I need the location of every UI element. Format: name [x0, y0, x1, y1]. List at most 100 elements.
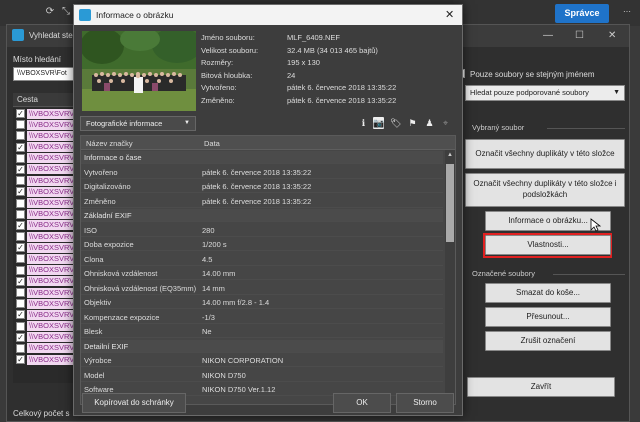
row-checkbox[interactable] — [16, 265, 25, 275]
table-row[interactable]: Ohnisková vzdálenost 14.00 mm — [81, 267, 443, 280]
list-item[interactable]: \\VBOXSVRV — [13, 231, 79, 242]
collapse-icon[interactable]: ⤡ — [60, 6, 72, 18]
scrollbar[interactable]: ▲ ▼ — [445, 150, 455, 404]
location-pin-icon[interactable]: ⌖ — [440, 117, 451, 129]
move-button[interactable]: Přesunout... — [485, 307, 611, 327]
row-checkbox[interactable] — [16, 288, 25, 297]
list-item[interactable]: ✓ \\VBOXSVRV — [13, 332, 79, 343]
search-location-input[interactable]: \\VBOXSVR\Fot — [13, 67, 79, 81]
row-path: \\VBOXSVRV — [27, 265, 79, 276]
table-row[interactable]: Digitalizováno pátek 6. července 2018 13:… — [81, 180, 443, 193]
row-checkbox[interactable] — [16, 153, 25, 163]
mark-duplicates-folder-button[interactable]: Označit všechny duplikáty v této složce — [465, 139, 625, 169]
close-icon[interactable]: ✕ — [608, 30, 616, 41]
row-checkbox[interactable]: ✓ — [16, 276, 25, 286]
row-checkbox[interactable] — [16, 198, 25, 208]
column-header-name[interactable]: Název značky — [86, 139, 133, 148]
table-row[interactable]: Blesk Ne — [81, 325, 443, 338]
row-path: \\VBOXSVRV — [27, 309, 79, 320]
list-item[interactable]: ✓ \\VBOXSVRV — [13, 276, 79, 287]
info-icon[interactable]: ℹ — [358, 117, 369, 129]
row-checkbox[interactable]: ✓ — [16, 109, 25, 118]
list-item[interactable]: ✓ \\VBOXSVRV — [13, 164, 79, 175]
row-checkbox[interactable]: ✓ — [16, 332, 25, 342]
list-item[interactable]: ✓ \\VBOXSVRV — [13, 142, 79, 153]
list-item[interactable]: \\VBOXSVRV — [13, 198, 79, 209]
tag-icon[interactable]: 🏷 — [390, 117, 401, 129]
row-checkbox[interactable]: ✓ — [16, 310, 25, 320]
filter-select[interactable]: Hledat pouze podporované soubory ▼ — [465, 85, 625, 101]
row-checkbox[interactable]: ✓ — [16, 220, 25, 230]
row-checkbox[interactable] — [16, 343, 25, 353]
row-checkbox[interactable] — [16, 209, 25, 219]
table-group-row[interactable]: Detailní EXIF — [81, 339, 443, 353]
table-row[interactable]: Objektiv 14.00 mm f/2.8 - 1.4 — [81, 296, 443, 309]
list-item[interactable]: \\VBOXSVRV — [13, 287, 79, 298]
row-checkbox[interactable]: ✓ — [16, 355, 25, 365]
path-column-header[interactable]: Cesta — [13, 93, 79, 107]
close-button[interactable]: Zavřít — [467, 377, 615, 397]
row-checkbox[interactable]: ✓ — [16, 164, 25, 174]
table-row[interactable]: Doba expozice 1/200 s — [81, 238, 443, 251]
delete-to-bin-button[interactable]: Smazat do koše... — [485, 283, 611, 303]
minimize-icon[interactable]: — — [543, 30, 553, 41]
list-item[interactable]: ✓ \\VBOXSVRV — [13, 220, 79, 231]
copy-to-clipboard-button[interactable]: Kopírovat do schránky — [82, 393, 186, 413]
list-item[interactable]: \\VBOXSVRV — [13, 175, 79, 186]
list-item[interactable]: ✓ \\VBOXSVRV — [13, 242, 79, 253]
table-row[interactable]: Model NIKON D750 — [81, 369, 443, 382]
row-checkbox[interactable] — [16, 131, 25, 141]
close-icon[interactable]: ✕ — [445, 8, 454, 21]
info-type-select[interactable]: Fotografické informace ▼ — [80, 116, 196, 131]
list-item[interactable]: \\VBOXSVRV — [13, 265, 79, 276]
maximize-icon[interactable]: ☐ — [575, 30, 584, 41]
refresh-icon[interactable]: ⟳ — [44, 6, 56, 18]
scroll-up-icon[interactable]: ▲ — [446, 152, 454, 160]
list-item[interactable]: \\VBOXSVRV — [13, 253, 79, 264]
table-group-row[interactable]: Informace o čase — [81, 151, 443, 164]
row-checkbox[interactable] — [16, 254, 25, 264]
row-checkbox[interactable] — [16, 299, 25, 309]
table-row[interactable]: Výrobce NIKON CORPORATION — [81, 354, 443, 367]
person-icon[interactable]: ♟ — [424, 117, 435, 129]
manager-button[interactable]: Správce — [555, 4, 609, 23]
ok-button[interactable]: OK — [333, 393, 391, 413]
column-header-data[interactable]: Data — [204, 139, 220, 148]
properties-button[interactable]: Vlastnosti... — [485, 235, 611, 255]
cancel-marking-button[interactable]: Zrušit označení — [485, 331, 611, 351]
table-row[interactable]: ISO 280 — [81, 224, 443, 237]
list-item[interactable]: ✓ \\VBOXSVRV — [13, 186, 79, 197]
table-row[interactable]: Clona 4.5 — [81, 253, 443, 266]
section-divider — [547, 128, 625, 129]
list-item[interactable]: ✓ \\VBOXSVRV — [13, 354, 79, 365]
row-checkbox[interactable]: ✓ — [16, 243, 25, 253]
mark-duplicates-subfolders-button[interactable]: Označit všechny duplikáty v této složce … — [465, 173, 625, 207]
table-row[interactable]: Kompenzace expozice -1/3 — [81, 311, 443, 324]
row-checkbox[interactable]: ✓ — [16, 142, 25, 152]
table-row[interactable]: Změněno pátek 6. července 2018 13:35:22 — [81, 195, 443, 208]
list-item[interactable]: ✓ \\VBOXSVRV — [13, 309, 79, 320]
row-checkbox[interactable]: ✓ — [16, 187, 25, 197]
list-item[interactable]: ✓ \\VBOXSVRV — [13, 108, 79, 119]
list-item[interactable]: \\VBOXSVRV — [13, 321, 79, 332]
list-item[interactable]: \\VBOXSVRV — [13, 130, 79, 141]
signpost-icon[interactable]: ⚑ — [407, 117, 418, 129]
table-group-row[interactable]: Základní EXIF — [81, 209, 443, 222]
row-checkbox[interactable] — [16, 176, 25, 186]
more-icon[interactable]: ⋯ — [621, 6, 633, 18]
list-item[interactable]: \\VBOXSVRV — [13, 153, 79, 164]
table-row[interactable]: Ohnisková vzdálenost (EQ35mm) 14 mm — [81, 282, 443, 295]
tag-value: pátek 6. července 2018 13:35:22 — [202, 196, 312, 206]
row-checkbox[interactable] — [16, 120, 25, 130]
tag-name: Ohnisková vzdálenost — [84, 269, 158, 278]
scrollbar-thumb[interactable] — [446, 164, 454, 242]
table-row[interactable]: Vytvořeno pátek 6. července 2018 13:35:22 — [81, 166, 443, 179]
list-item[interactable]: \\VBOXSVRV — [13, 298, 79, 309]
list-item[interactable]: \\VBOXSVRV — [13, 209, 79, 220]
row-checkbox[interactable] — [16, 321, 25, 331]
list-item[interactable]: \\VBOXSVRV — [13, 119, 79, 130]
list-item[interactable]: \\VBOXSVRV — [13, 343, 79, 354]
camera-icon[interactable]: 📷 — [373, 117, 384, 129]
cancel-button[interactable]: Storno — [396, 393, 454, 413]
row-checkbox[interactable] — [16, 232, 25, 242]
